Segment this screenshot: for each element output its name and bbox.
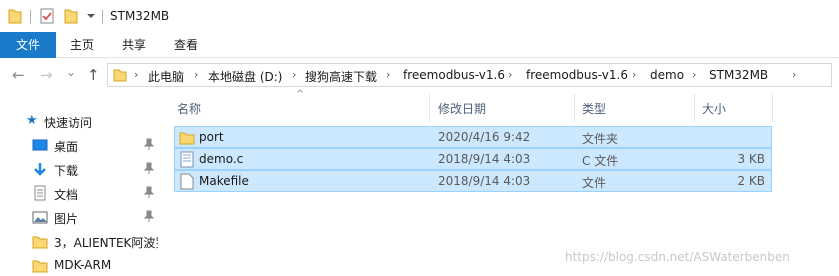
tab-share[interactable]: 共享 (110, 32, 158, 58)
forward-button[interactable]: → (40, 67, 53, 83)
file-date: 2020/4/16 9:42 (438, 130, 531, 144)
file-size: 2 KB (737, 174, 765, 188)
column-header-date[interactable]: 修改日期 (438, 100, 486, 117)
table-row[interactable]: port 2020/4/16 9:42 文件夹 (174, 126, 772, 148)
back-button[interactable]: ← (12, 67, 25, 83)
file-type: 文件 (582, 176, 607, 190)
picture-icon (32, 211, 48, 224)
sidebar-item-desktop[interactable]: 桌面 (0, 134, 162, 158)
divider (30, 10, 31, 24)
sidebar-item-label: 3，ALIENTEK阿波罗 (54, 236, 158, 250)
download-icon (34, 163, 46, 176)
watermark: https://blog.csdn.net/ASWaterbenben (565, 250, 790, 264)
file-name: demo.c (199, 152, 244, 166)
desktop-icon (32, 139, 48, 151)
navigation-bar: ← → ⌄ ↑ › 此电脑 › 本地磁盘 (D:) › 搜狗高速下载 › fre… (0, 58, 839, 92)
sidebar-item-downloads[interactable]: 下载 (0, 158, 162, 182)
breadcrumb-item[interactable]: demo (650, 68, 684, 82)
table-row[interactable]: demo.c 2018/9/14 4:03 C 文件 3 KB (174, 148, 772, 170)
ribbon-tabs: 文件 主页 共享 查看 (0, 32, 839, 58)
chevron-down-icon[interactable] (86, 12, 96, 20)
breadcrumb-separator[interactable]: › (632, 68, 636, 81)
breadcrumb-separator[interactable]: › (386, 68, 390, 81)
breadcrumb-separator[interactable]: › (508, 68, 512, 81)
column-header-size[interactable]: 大小 (702, 100, 726, 117)
folder-icon (8, 9, 22, 24)
sidebar-item-documents[interactable]: 文档 (0, 182, 162, 206)
pin-icon[interactable] (143, 210, 155, 225)
tab-file[interactable]: 文件 (0, 32, 56, 58)
file-date: 2018/9/14 4:03 (438, 174, 531, 188)
sidebar-item-label: 图片 (54, 212, 79, 226)
c-file-icon (180, 151, 194, 168)
recent-locations-dropdown[interactable]: ⌄ (66, 64, 76, 80)
column-divider[interactable] (574, 94, 575, 122)
folder-icon (32, 260, 48, 273)
file-icon (180, 173, 194, 190)
file-name: port (199, 130, 224, 144)
up-button[interactable]: ↑ (87, 67, 100, 83)
sidebar-item-label: 下载 (54, 164, 79, 178)
sort-ascending-icon: ^ (296, 89, 305, 100)
table-row[interactable]: Makefile 2018/9/14 4:03 文件 2 KB (174, 170, 772, 192)
navigation-pane: ★ 快速访问 桌面 下载 文档 图片 3，ALIENTEK阿波罗 MDK-ARM (0, 92, 162, 276)
sidebar-item-pictures[interactable]: 图片 (0, 206, 162, 230)
column-divider[interactable] (694, 94, 695, 122)
breadcrumb-item[interactable]: 此电脑 (148, 68, 184, 85)
sidebar-item-label: 文档 (54, 188, 79, 202)
properties-icon[interactable] (40, 8, 54, 24)
document-icon (34, 185, 46, 201)
sidebar-item-label: 桌面 (54, 140, 79, 154)
breadcrumb-separator[interactable]: › (692, 68, 696, 81)
breadcrumb-item[interactable]: freemodbus-v1.6 (526, 68, 628, 82)
breadcrumb-item[interactable]: STM32MB (709, 68, 768, 82)
new-folder-icon[interactable] (64, 8, 78, 24)
breadcrumb-separator[interactable]: › (134, 68, 138, 81)
breadcrumb-item[interactable]: freemodbus-v1.6 (403, 68, 505, 82)
file-size: 3 KB (737, 152, 765, 166)
file-name: Makefile (199, 174, 249, 188)
breadcrumb-separator[interactable]: › (792, 68, 796, 81)
breadcrumb-item[interactable]: 搜狗高速下载 (305, 68, 377, 85)
column-divider[interactable] (429, 94, 430, 122)
divider (102, 10, 103, 24)
column-header-type[interactable]: 类型 (582, 100, 606, 117)
sidebar-item-label: MDK-ARM (54, 258, 112, 272)
star-icon: ★ (26, 113, 38, 128)
folder-icon (32, 236, 48, 249)
breadcrumb-item[interactable]: 本地磁盘 (D:) (208, 68, 282, 85)
column-header-name[interactable]: 名称 (177, 100, 201, 117)
column-divider[interactable] (772, 94, 773, 122)
breadcrumb-separator[interactable]: › (292, 68, 296, 81)
file-type: 文件夹 (582, 132, 619, 146)
sidebar-item-mdk-arm[interactable]: MDK-ARM (0, 254, 162, 276)
tab-home[interactable]: 主页 (58, 32, 106, 58)
sidebar-item-quick-access[interactable]: ★ 快速访问 (0, 110, 162, 134)
sidebar-item-alientek[interactable]: 3，ALIENTEK阿波罗 (0, 230, 162, 254)
file-list: ^ 名称 修改日期 类型 大小 port 2020/4/16 9:42 文件夹 … (162, 89, 839, 276)
pin-icon[interactable] (143, 186, 155, 201)
tab-view[interactable]: 查看 (162, 32, 210, 58)
file-date: 2018/9/14 4:03 (438, 152, 531, 166)
pin-icon[interactable] (143, 162, 155, 177)
address-bar[interactable]: › 此电脑 › 本地磁盘 (D:) › 搜狗高速下载 › freemodbus-… (107, 63, 832, 87)
sidebar-item-label: 快速访问 (44, 116, 93, 130)
folder-icon (179, 132, 195, 145)
folder-icon (113, 69, 127, 82)
title-bar: STM32MB (0, 0, 839, 32)
file-type: C 文件 (582, 154, 619, 168)
pin-icon[interactable] (143, 138, 155, 153)
breadcrumb-separator[interactable]: › (194, 68, 198, 81)
window-title: STM32MB (110, 9, 170, 23)
